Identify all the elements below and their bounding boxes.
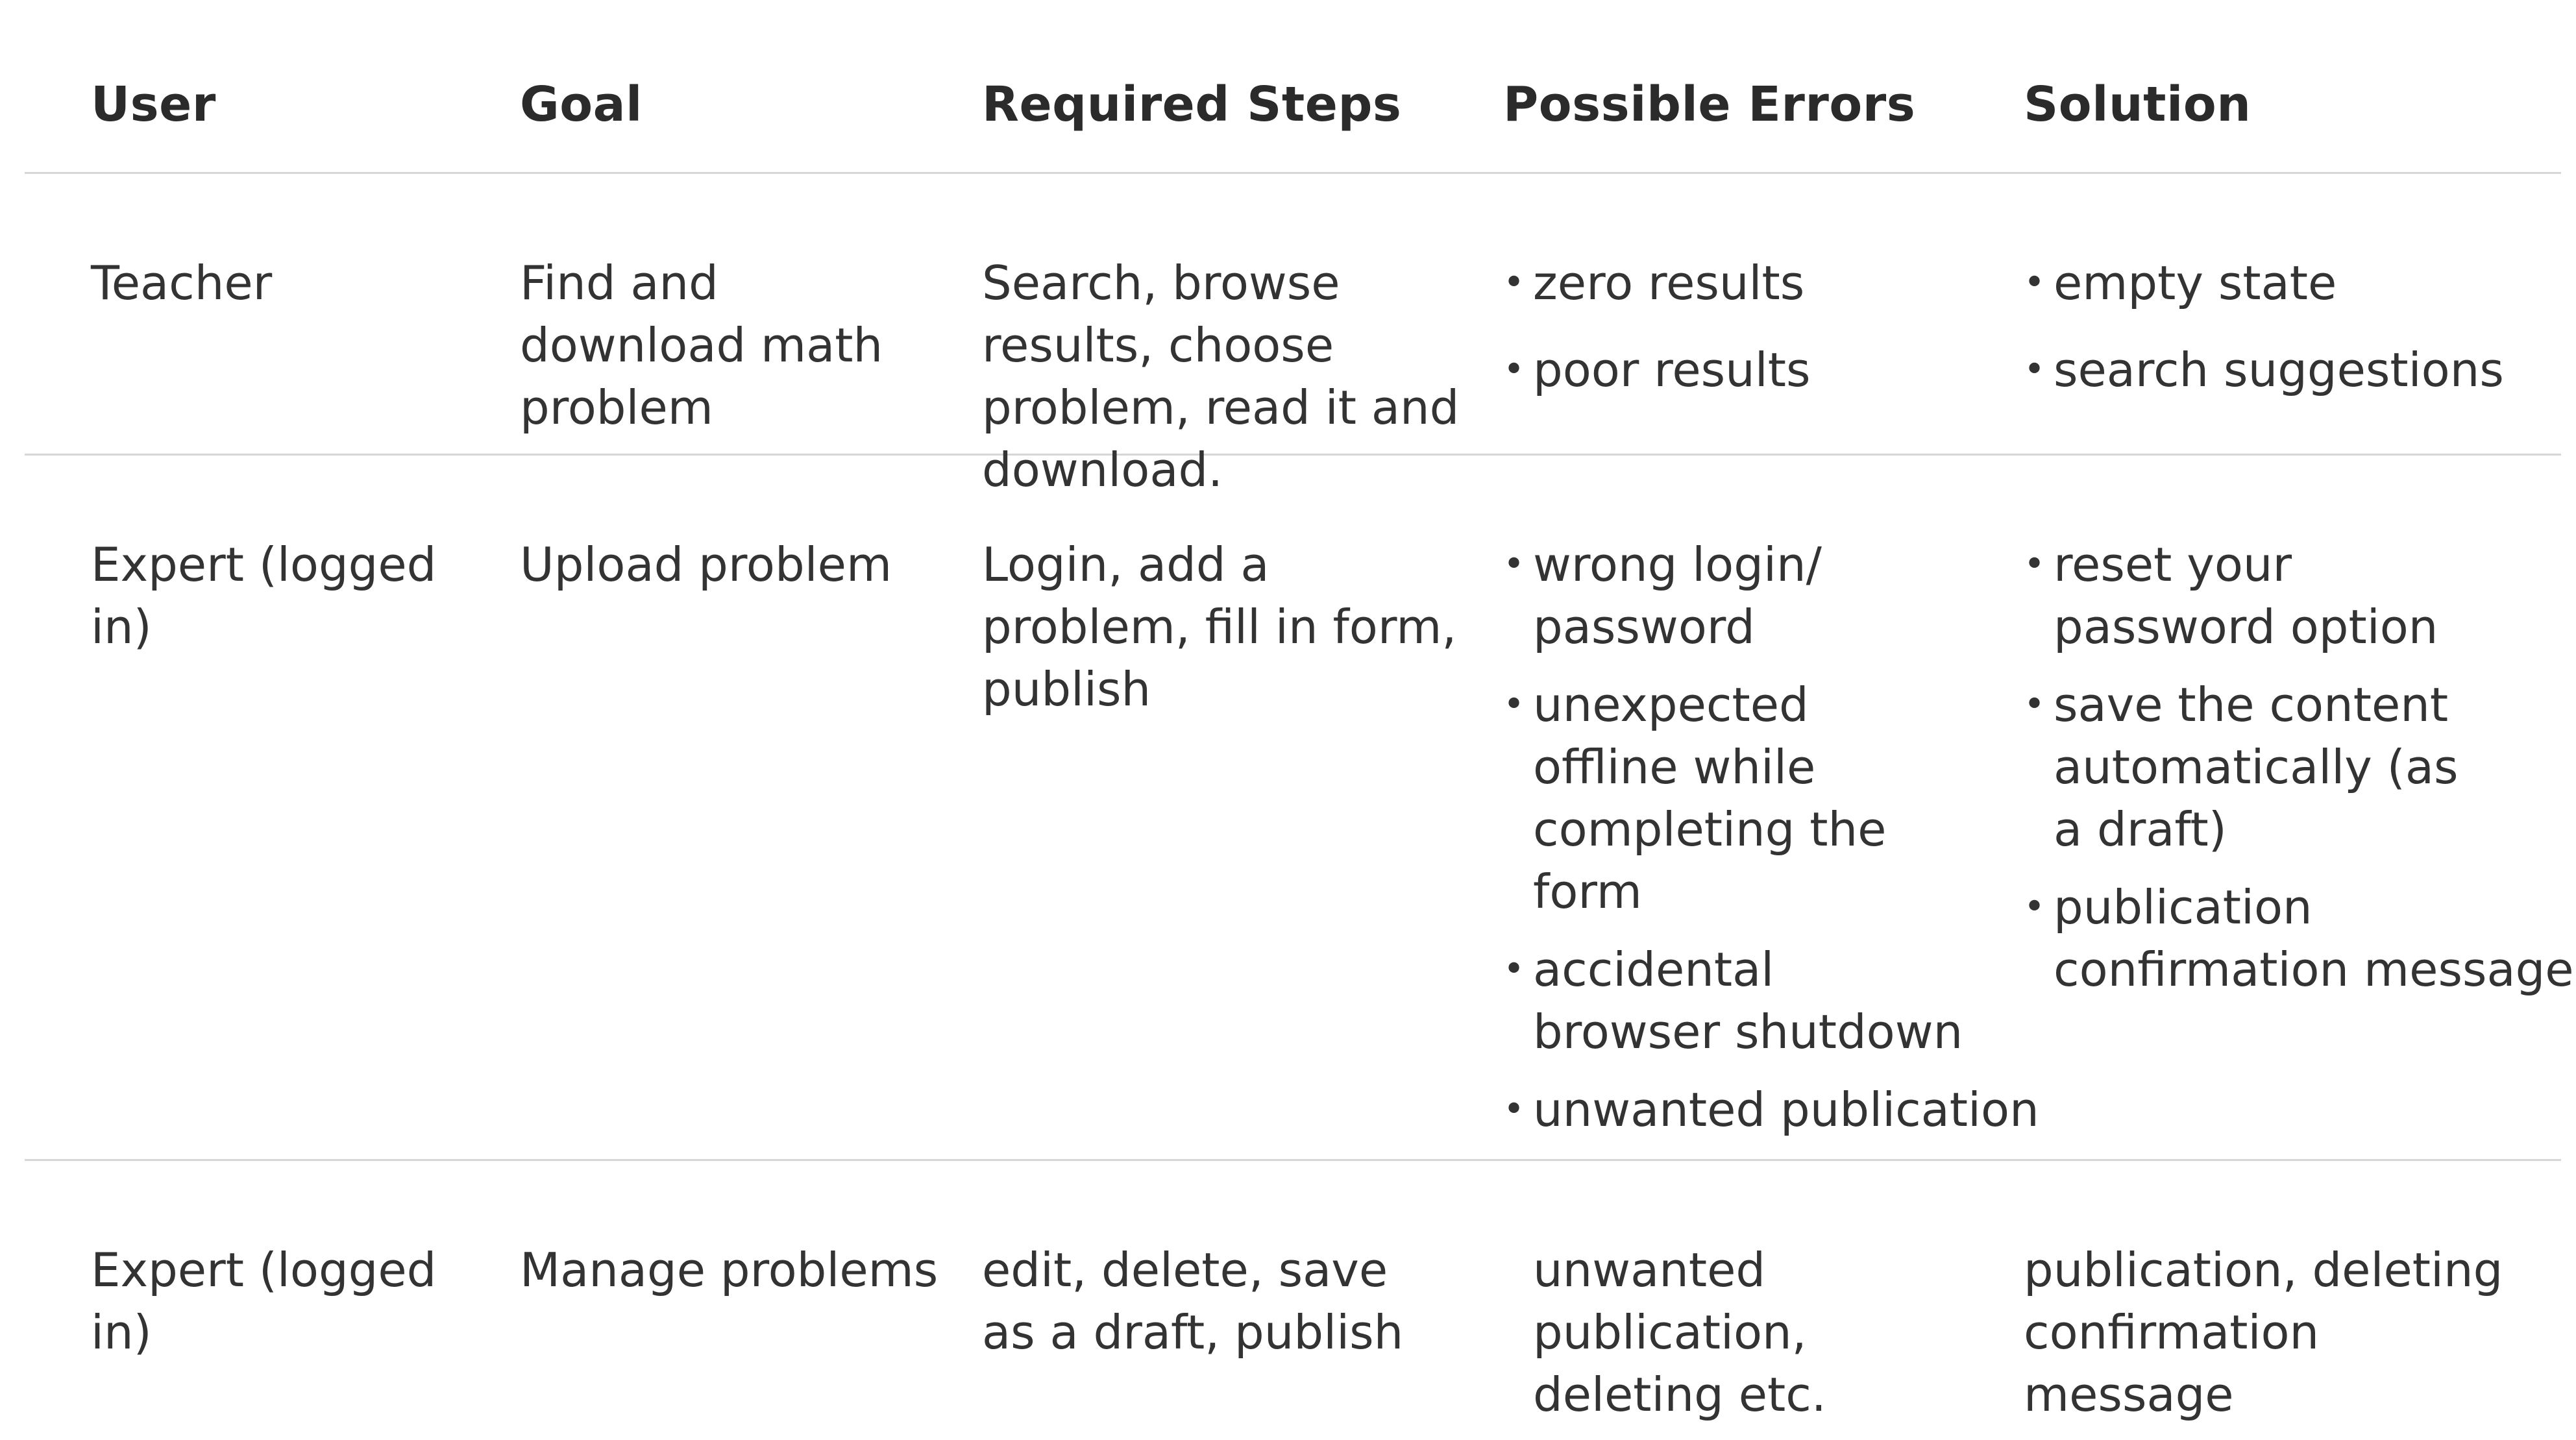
- list-item: • poor results: [1503, 339, 2035, 401]
- bullet: •: [2024, 683, 2046, 726]
- list-item: • publication confirmation message: [2024, 876, 2576, 1001]
- row-solution: publication, deleting confirmation messa…: [2024, 1243, 2503, 1422]
- table-header-row: User Goal Required Steps Possible Errors…: [25, 0, 2561, 174]
- bullet: •: [1503, 948, 1525, 990]
- error-list: • wrong login/ password • unexpected offli…: [1503, 533, 2039, 1141]
- solution-list: • reset your password option • save the co…: [2024, 533, 2574, 1001]
- errors-text: unwanted publication, deleting etc.: [1533, 1243, 1826, 1422]
- row-solution: • empty state • search suggestions: [2024, 252, 2556, 426]
- bullet: •: [1503, 543, 1525, 585]
- table-row: Expert (logged in) Upload problem Login,…: [25, 456, 2574, 1161]
- list-item: • accidental browser shutdown: [1503, 938, 1974, 1063]
- list-item: • unexpected offline while completing the…: [1503, 674, 1948, 923]
- bullet: •: [1503, 348, 1525, 391]
- bullet: •: [1503, 683, 1525, 726]
- user-flow-table: User Goal Required Steps Possible Errors…: [25, 0, 2574, 1440]
- list-item: • empty state: [2024, 252, 2556, 314]
- row-user: Teacher: [91, 256, 273, 310]
- row-possible-errors: unwanted publication, deleting etc.: [1503, 1239, 2035, 1426]
- bullet: •: [1503, 1088, 1525, 1130]
- list-item: • zero results: [1503, 252, 2035, 314]
- list-item: • search suggestions: [2024, 339, 2556, 401]
- header-user: User: [91, 77, 216, 132]
- header-possible-errors: Possible Errors: [1503, 77, 1916, 132]
- solution-list: • empty state • search suggestions: [2024, 252, 2556, 401]
- bullet: •: [2024, 886, 2046, 928]
- list-item: • save the content automatically (as a dr…: [2024, 674, 2469, 860]
- bullet: •: [2024, 543, 2046, 585]
- error-list: • zero results • poor results: [1503, 252, 2035, 401]
- header-goal: Goal: [520, 77, 643, 132]
- list-item: • unwanted publication: [1503, 1079, 2052, 1141]
- list-item: • wrong login/ password: [1503, 533, 1845, 658]
- row-possible-errors: • zero results • poor results: [1503, 252, 2035, 426]
- row-user: Expert (logged in): [91, 537, 437, 654]
- row-required-steps: edit, delete, save as a draft, publish: [982, 1243, 1404, 1360]
- row-user: Expert (logged in): [91, 1243, 437, 1360]
- bullet: •: [2024, 262, 2046, 304]
- row-possible-errors: • wrong login/ password • unexpected offli…: [1503, 533, 2039, 1156]
- header-required-steps: Required Steps: [982, 77, 1402, 132]
- table-row: Expert (logged in) Manage problems edit,…: [25, 1161, 2561, 1440]
- row-solution: • reset your password option • save the co…: [2024, 533, 2574, 1016]
- bullet: •: [2024, 348, 2046, 391]
- list-item: • reset your password option: [2024, 533, 2521, 658]
- row-goal: Manage problems: [520, 1243, 938, 1297]
- header-solution: Solution: [2024, 77, 2251, 132]
- row-goal: Find and download math problem: [520, 256, 883, 435]
- table-row: Teacher Find and download math problem S…: [25, 174, 2561, 497]
- bullet: •: [1503, 262, 1525, 304]
- row-required-steps: Login, add a problem, fill in form, publ…: [982, 537, 1457, 716]
- row-goal: Upload problem: [520, 537, 892, 592]
